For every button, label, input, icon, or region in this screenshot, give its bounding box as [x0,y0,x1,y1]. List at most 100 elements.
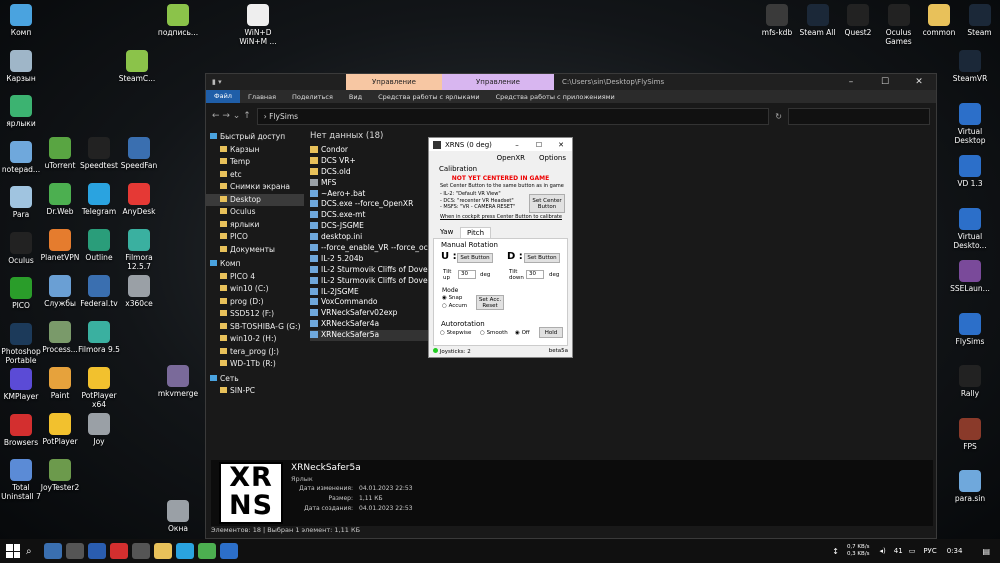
nav-item[interactable]: Снимки экрана [206,181,304,194]
ribbon-tab[interactable]: Средства работы с ярлыками [370,93,487,101]
desktop-icon-mkvmerge[interactable]: mkvmerge [155,365,201,398]
xrns-maximize-button[interactable]: ☐ [528,141,550,149]
xrns-close-button[interactable]: ✕ [550,141,572,149]
nav-item[interactable]: Oculus [206,206,304,219]
nav-item[interactable]: tera_prog (J:) [206,346,304,359]
desktop-icon-rally[interactable]: Rally [947,365,993,398]
taskbar-app-icon[interactable] [66,543,84,559]
desktop-icon-computer[interactable]: Комп [0,4,44,37]
desktop-icon-folder[interactable]: common [916,4,962,37]
desktop-icon-steam-vr[interactable]: Steam [957,4,1000,37]
refresh-icon[interactable]: ↻ [775,112,782,121]
group-header[interactable]: Нет данных (18) [310,131,430,145]
file-row[interactable]: MFS [310,178,435,189]
minimize-button[interactable]: – [834,77,868,87]
maximize-button[interactable]: ☐ [868,77,902,87]
set-acc-reset-button[interactable]: Set Acc. Reset [476,295,504,310]
clock[interactable]: 0:34 [947,547,963,555]
nav-item[interactable]: Temp [206,156,304,169]
ribbon-tab[interactable]: Поделиться [284,93,341,101]
tray-network-icon[interactable]: ▭ [909,547,916,555]
nav-arrows[interactable]: ← → ⌄ ↑ [212,111,251,121]
desktop-icon-recycle-bin[interactable]: Карзын [0,49,44,83]
file-row[interactable]: ~Aero+.bat [310,189,435,200]
file-row[interactable]: DCS.exe --force_OpenXR [310,199,435,210]
ctx-tab-manage-app[interactable]: Управление [442,74,554,90]
file-row[interactable]: Condor [310,145,435,156]
desktop-icon-shortcut[interactable]: ярлыки [0,95,44,128]
desktop-icon-steam[interactable]: Steam All [795,4,841,37]
file-row[interactable]: DCS.old [310,167,435,178]
file-row[interactable]: --force_enable_VR --force_oculus [310,243,435,254]
file-row[interactable]: DCS.exe-mt [310,210,435,221]
desktop-icon-quest[interactable]: Quest2 [835,4,881,37]
address-bar[interactable]: › FlySims [256,107,770,125]
taskbar-app-icon[interactable] [198,543,216,559]
set-down-button[interactable]: Set Button [524,253,560,263]
tilt-up-input[interactable]: 30 [458,270,476,279]
desktop-icon-signature-file[interactable]: подпись... [155,4,201,37]
mode-accum-radio[interactable]: ○ Accum [442,303,467,309]
nav-section[interactable]: Быстрый доступ [206,131,304,144]
file-row[interactable]: VRNeckSaferv02exp [310,308,435,319]
windows-start-icon[interactable] [6,544,20,558]
desktop-icon-virtual-desktop[interactable]: Virtual Desktop [947,102,993,145]
tilt-down-input[interactable]: 30 [526,270,544,279]
desktop-icon-filmora[interactable]: Filmora 9.5 [76,321,122,354]
desktop-icon-fps[interactable]: FPS [947,417,993,451]
desktop-icon-mfs-kdb[interactable]: mfs-kdb [754,4,800,37]
tab-yaw[interactable]: Yaw [434,227,459,238]
quick-access-toolbar[interactable]: ▮ ▾ [206,78,346,86]
ribbon-tab[interactable]: Вид [341,93,370,101]
file-row[interactable]: IL-2 Sturmovik Cliffs of Dover B [310,265,435,276]
taskbar-app-icon[interactable] [88,543,106,559]
desktop-icon-virtual-desktop2[interactable]: Virtual Deskto... [947,207,993,250]
file-row[interactable]: DCS-JSGME [310,221,435,232]
file-row[interactable]: IL-2JSGME [310,287,435,298]
file-row[interactable]: XRNeckSafer4a [310,319,435,330]
desktop-icon-filmora12[interactable]: Filmora 12.5.7 [116,229,162,271]
desktop-icon-gear[interactable]: Окна [155,500,201,533]
nav-item[interactable]: Карзын [206,144,304,157]
language-indicator[interactable]: РУС [923,547,936,555]
taskbar-app-icon[interactable] [132,543,150,559]
autorotation-stepwise-radio[interactable]: ○ Stepwise [440,330,471,336]
taskbar-app-icon[interactable] [44,543,62,559]
desktop-icon-joy[interactable]: Joy [76,413,122,446]
file-row[interactable]: DCS VR+ [310,156,435,167]
ribbon-tab[interactable]: Файл [206,90,240,103]
notification-icon[interactable]: ▤ [982,547,990,556]
file-row[interactable]: desktop.ini [310,232,435,243]
nav-item[interactable]: WD-1Tb (R:) [206,358,304,371]
file-row[interactable]: VoxCommando [310,297,435,308]
set-center-button[interactable]: Set Center Button [529,194,565,213]
file-row[interactable]: IL-2 Sturmovik Cliffs of Dover B [310,276,435,287]
nav-item[interactable]: Документы [206,244,304,257]
mode-snap-radio[interactable]: ◉ Snap [442,295,462,301]
menu-options[interactable]: Options [539,154,566,162]
nav-section[interactable]: Комп [206,258,304,271]
menu-openxr[interactable]: OpenXR [497,154,525,162]
search-input[interactable] [788,107,930,125]
desktop-icon-vd[interactable]: VD 1.3 [947,155,993,188]
desktop-icon-steamvr[interactable]: SteamVR [947,50,993,83]
nav-section[interactable]: Сеть [206,373,304,386]
desktop-icon-flysims[interactable]: FlySims [947,312,993,346]
close-button[interactable]: ✕ [902,77,936,87]
nav-item[interactable]: SIN-PC [206,385,304,398]
tray-up-icon[interactable]: ↕ [832,547,839,556]
hold-button[interactable]: Hold [539,327,563,338]
xrns-minimize-button[interactable]: – [506,141,528,149]
ribbon-tab[interactable]: Главная [240,93,284,101]
desktop-icon-para-sin[interactable]: para.sin [947,470,993,503]
tray-speaker-icon[interactable]: ◂) [880,547,886,555]
nav-item[interactable]: prog (D:) [206,296,304,309]
file-row[interactable]: IL-2 5.204b [310,254,435,265]
taskbar-app-icon[interactable] [220,543,238,559]
autorotation-off-radio[interactable]: ◉ Off [515,330,530,336]
ribbon-tab[interactable]: Средства работы с приложениями [488,93,623,101]
nav-item[interactable]: win10 (C:) [206,283,304,296]
desktop-icon-potplayer64[interactable]: PotPlayer x64 [76,367,122,409]
nav-item[interactable]: SB-TOSHIBA-G (G:) [206,321,304,334]
desktop-icon-speedfan[interactable]: SpeedFan [116,137,162,170]
